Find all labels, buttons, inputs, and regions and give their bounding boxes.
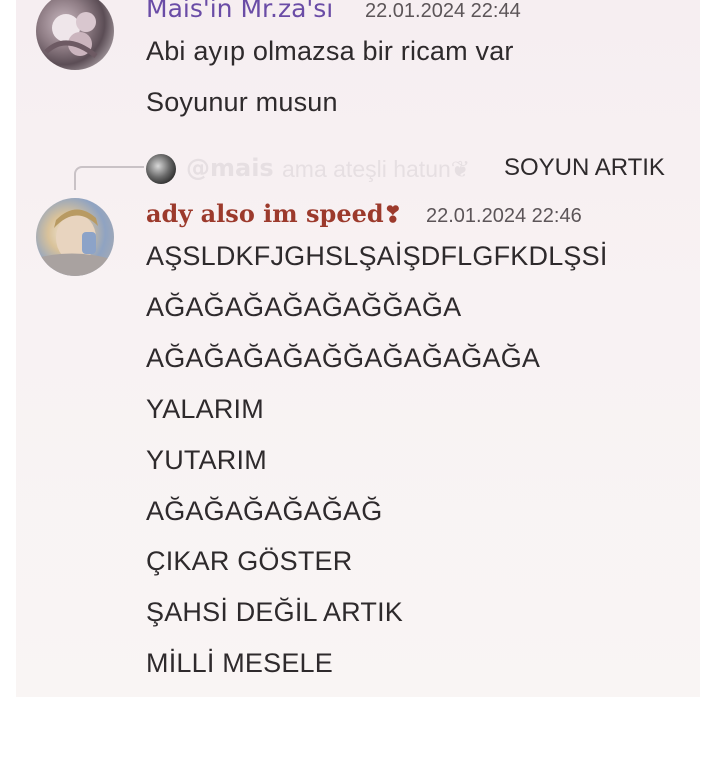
message-line: AĞAĞAĞAĞAĞAĞĞAĞA [146, 292, 462, 322]
username[interactable]: ady also im speed❣ [146, 199, 402, 228]
chat-panel: Mais'in Mr.za'sı 22.01.2024 22:44 Abi ay… [16, 0, 700, 697]
reply-connector [74, 166, 144, 190]
reply-text: SOYUN ARTIK [504, 154, 665, 181]
timestamp: 22.01.2024 22:46 [426, 205, 582, 227]
username-text: ady also im speed [146, 199, 384, 228]
reply-avatar [146, 154, 176, 184]
message-line: Soyunur musun [146, 87, 338, 117]
heart-emoji-icon: ❣ [383, 202, 403, 228]
message-line: ŞAHSİ DEĞİL ARTIK [146, 597, 403, 627]
message-line: MİLLİ MESELE [146, 648, 333, 678]
message-line: Abi ayıp olmazsa bir ricam var [146, 36, 514, 66]
avatar[interactable] [36, 0, 114, 70]
username[interactable]: Mais'in Mr.za'sı [146, 0, 333, 23]
message-line: AŞSLDKFJGHSLŞAİŞDFLGFKDLŞSİ [146, 241, 608, 271]
message-line: AĞAĞAĞAĞAĞĞAĞAĞAĞAĞA [146, 343, 541, 373]
message-line: YALARIM [146, 394, 264, 424]
message-line: AĞAĞAĞAĞAĞAĞ [146, 496, 383, 526]
reply-faded-text: ama ateşli hatun❦ [282, 156, 471, 182]
avatar[interactable] [36, 198, 114, 276]
message-line: YUTARIM [146, 445, 267, 475]
timestamp: 22.01.2024 22:44 [365, 0, 521, 22]
reply-mention[interactable]: @mais [186, 154, 274, 182]
message-line: ÇIKAR GÖSTER [146, 546, 353, 576]
